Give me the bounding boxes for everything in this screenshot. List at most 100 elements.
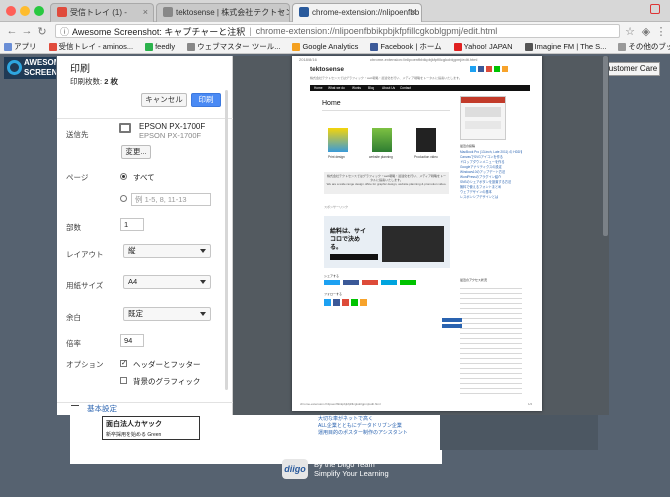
pages-label: ページ [66,173,89,182]
background-graphics-label: 背景のグラフィック [133,377,201,386]
facebook-share-icon [343,280,359,285]
widget-logo [465,121,501,129]
twitter-icon [324,299,331,306]
under-link[interactable]: ALL企業とともにデータドリブン企業 [318,423,408,430]
bookmark-gmail[interactable]: 受信トレイ - aminos... [48,41,140,52]
preview-nav-item: Blog [368,86,375,90]
advanced-settings-link[interactable]: 基本設定 [87,403,117,414]
preview-sidebar-title2: 最近のアクセス状況 [460,278,487,282]
customer-care-button[interactable]: ustomer Care [606,62,660,76]
diigo-footer: diigo By the Diigo Team Simplify Your Lea… [282,459,389,479]
cancel-button[interactable]: キャンセル [141,93,187,107]
website-planning-image [372,128,392,152]
bookmark-apps[interactable]: アプリ [4,41,43,52]
bookmark-analytics[interactable]: Google Analytics [292,42,364,51]
rss-icon [502,66,508,72]
preview-divider [322,110,450,111]
copies-label: 部数 [66,223,81,232]
copies-input[interactable]: 1 [120,218,144,231]
preview-ad-text: 給料は、サイコロで決める。 [330,229,367,251]
pages-range-input[interactable]: 例 1-5, 8, 11-13 [131,193,211,206]
tab-tektosense[interactable]: tektosense | 株式会社テクトセンス × [156,3,290,22]
google-plus-icon [486,66,492,72]
preview-follow-icons [324,299,367,306]
diigo-logo[interactable]: diigo [282,459,308,479]
hatena-share-icon [381,280,397,285]
preview-nav-bar: Home What we do Works Blog About Us Cont… [310,85,530,91]
close-tab-icon[interactable]: × [411,7,416,17]
page-preview: 2018/8/16 chrome-extension://nlipoenfbbi… [292,56,542,411]
margins-select[interactable]: 既定 [123,307,211,321]
pages-all-radio[interactable] [120,173,127,180]
preview-ad-image [382,226,444,262]
scale-input[interactable]: 94 [120,334,144,347]
analytics-icon [292,42,301,51]
bookmark-yahoo[interactable]: Yahoo! JAPAN [453,42,519,51]
printer-sub: EPSON PX-1700F [139,131,202,140]
scale-label: 倍率 [66,339,81,348]
address-bar[interactable]: ⓘ Awesome Screenshot: キャプチャーと注釈 | chrome… [55,24,620,38]
preview-date: 2018/8/16 [299,57,317,62]
yahoo-icon [453,42,462,51]
bookmark-imagine[interactable]: Imagine FM | The S... [524,42,613,51]
layout-label: レイアウト [66,250,104,259]
preview-nav-item: About Us [382,86,396,90]
widget-header [461,97,505,103]
bookmark-facebook[interactable]: Facebook | ホーム [370,41,447,52]
preview-footer-url: chrome-extension://nlipoenfbbikpbjkfpfil… [300,402,381,406]
extension-puzzle-icon[interactable]: ◈ [640,25,652,38]
background-graphics-checkbox[interactable] [120,377,127,384]
collapse-icon[interactable] [71,405,79,406]
change-destination-button[interactable]: 変更... [121,145,151,159]
preview-nav-item: Contact [400,86,411,90]
zoom-window-icon[interactable] [34,6,44,16]
preview-intro-box: 株式会社テクトセンスではグラフィック・web戦略・最適化を行い、メディア戦略をト… [324,172,449,194]
facebook-icon [478,66,484,72]
preview-nav-item: Works [352,86,361,90]
minimize-window-icon[interactable] [20,6,30,16]
extension-icon[interactable] [650,4,660,14]
paper-size-value: A4 [128,277,138,286]
menu-icon[interactable]: ⋮ [655,25,667,38]
service-label: website planning [369,155,393,159]
address-host: Awesome Screenshot: キャプチャーと注釈 [72,26,246,37]
close-tab-icon[interactable]: × [279,7,284,17]
tab-gmail[interactable]: 受信トレイ (1) - × [50,3,154,22]
tab-label: tektosense | 株式会社テクトセンス [176,8,290,17]
under-link[interactable]: 大切な車がネットで高く [318,416,408,423]
service-label: Print design [328,155,345,159]
reload-icon[interactable]: ↻ [36,25,48,38]
under-ad-banner[interactable]: 面白法人カヤック 新卒採用を始める Green [102,416,200,440]
printer-name: EPSON PX-1700F [139,122,206,131]
feedly-icon [145,42,154,51]
bookmark-webmaster[interactable]: ウェブマスター ツール... [187,41,286,52]
diigo-line2: Simplify Your Learning [314,469,389,478]
forward-icon[interactable]: → [21,25,33,37]
close-tab-icon[interactable]: × [143,7,148,17]
page-info-icon[interactable]: ⓘ [60,25,69,37]
preview-sidebar-links: MacBook Pro (13-inch, Late 2011) の HDDをS… [460,150,522,200]
layout-select[interactable]: 縦 [123,244,211,258]
header-footer-checkbox[interactable]: ✓ [120,360,127,367]
tab-chrome-extension[interactable]: chrome-extension://nlipoenfbb × [292,3,422,22]
settings-scrollbar[interactable] [225,90,228,390]
widget-logo [465,107,501,117]
print-design-image [328,128,348,152]
preview-heading: Home [322,100,341,107]
divider [57,118,233,119]
under-link[interactable]: 運用目的のポスター制作のアシスタント [318,430,408,437]
print-button[interactable]: 印刷 [191,93,221,107]
diigo-line1: By the Diigo Team [314,460,375,469]
bookmark-star-icon[interactable]: ☆ [624,25,636,38]
back-icon[interactable]: ← [6,25,18,37]
printer-icon [119,123,131,133]
gmail-icon [57,7,67,17]
folder-icon [618,42,627,51]
pages-custom-radio[interactable] [120,195,127,202]
bookmark-feedly[interactable]: feedly [145,42,181,51]
preview-sidebar-title: 最近の投稿 [460,144,476,148]
paper-size-select[interactable]: A4 [123,275,211,289]
preview-scrollbar[interactable] [603,56,608,236]
bookmark-other[interactable]: その他のブックマーク [618,41,670,52]
close-window-icon[interactable] [6,6,16,16]
